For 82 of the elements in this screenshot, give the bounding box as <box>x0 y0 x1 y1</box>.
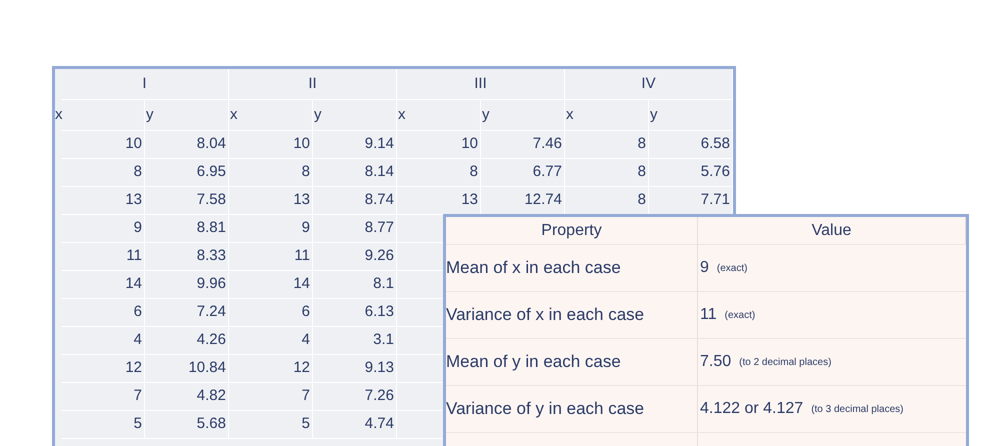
table-cell-text: 11 <box>126 246 142 266</box>
group-heading: II <box>229 69 397 99</box>
table-cell-text: 8.81 <box>196 218 226 238</box>
column-label: x <box>55 104 62 125</box>
column-label: x <box>397 104 406 125</box>
table-cell-text: 8 <box>302 162 310 182</box>
table-cell-text: 7 <box>134 386 142 406</box>
property-label: Mean of x in each case <box>446 257 621 280</box>
table-cell-text: 3.1 <box>373 330 394 350</box>
table-cell-text: 11 <box>294 246 310 266</box>
column-label: x <box>565 104 574 125</box>
table-cell-text: 4 <box>302 330 310 350</box>
table-cell-text: 8 <box>470 162 478 182</box>
column-label: y <box>145 104 154 125</box>
column-header: Property <box>541 220 602 240</box>
table-cell-text: 5.68 <box>196 414 226 434</box>
table-cell-text: 9 <box>302 218 310 238</box>
table-cell-text: 9.14 <box>364 134 394 154</box>
group-heading: III <box>397 69 565 99</box>
table-cell-text: 13 <box>293 190 310 210</box>
value-note: (to 2 decimal places) <box>739 356 832 370</box>
table-cell-text: 7.71 <box>700 190 730 210</box>
property-label: Mean of y in each case <box>446 351 621 374</box>
table-cell-text: 8.14 <box>364 162 394 182</box>
table-cell-text: 13 <box>461 190 478 210</box>
table-cell-text: 7.24 <box>196 302 226 322</box>
property-label: Variance of x in each case <box>446 304 644 326</box>
property-value: 7.50 <box>700 352 732 372</box>
table-cell-text: 8.04 <box>196 134 226 154</box>
property-value: 11 <box>700 305 717 325</box>
table-cell-text: 10 <box>461 134 478 154</box>
table-cell-text: 8 <box>638 162 646 182</box>
table-cell-text: 9.96 <box>196 274 226 294</box>
value-note: (to 3 decimal places) <box>811 402 904 416</box>
property-value: 4.122 or 4.127 <box>700 399 804 419</box>
table-cell-text: 8.74 <box>364 190 394 210</box>
column-label: x <box>229 104 238 125</box>
table-cell-text: 12 <box>125 358 142 378</box>
table-cell-text: 7.26 <box>364 386 394 406</box>
table-cell-text: 9 <box>134 218 142 238</box>
table-cell-text: 6 <box>302 302 310 322</box>
property-label: Variance of y in each case <box>446 398 644 420</box>
table-cell-text: 14 <box>125 274 142 294</box>
table-cell-text: 6.13 <box>364 302 394 322</box>
table-cell-text: 10.84 <box>188 358 226 378</box>
value-note: (exact) <box>724 308 756 322</box>
group-heading: I <box>61 69 229 99</box>
table-cell-text: 8.33 <box>196 246 226 266</box>
column-label: y <box>649 104 658 125</box>
table-cell-text: 7 <box>302 386 310 406</box>
column-label: y <box>481 104 490 125</box>
table-cell-text: 6.58 <box>700 134 730 154</box>
table-cell-text: 8 <box>638 134 646 154</box>
table-cell-text: 13 <box>125 190 142 210</box>
table-cell-text: 12 <box>293 358 310 378</box>
table-cell-text: 8.1 <box>373 274 394 294</box>
table-cell-text: 7.58 <box>196 190 226 210</box>
table-cell-text: 14 <box>293 274 310 294</box>
table-cell-text: 8.77 <box>364 218 394 238</box>
table-cell-text: 4.26 <box>196 330 226 350</box>
table-cell-text: 5 <box>302 414 310 434</box>
table-cell-text: 5 <box>134 414 142 434</box>
table-cell-text: 5.76 <box>700 162 730 182</box>
table-cell-text: 6.95 <box>196 162 226 182</box>
column-label: y <box>313 104 322 125</box>
table-cell-text: 4 <box>134 330 142 350</box>
group-heading: IV <box>565 69 733 99</box>
value-note: (exact) <box>716 262 748 276</box>
table-cell-text: 6 <box>134 302 142 322</box>
table-cell-text: 4.74 <box>364 414 394 434</box>
table-cell-text: 9.26 <box>364 246 394 266</box>
table-cell-text: 10 <box>125 134 142 154</box>
table-cell-text: 10 <box>293 134 310 154</box>
table-cell-text: 6.77 <box>532 162 562 182</box>
table-cell-text: 8 <box>638 190 646 210</box>
table-cell-text: 12.74 <box>524 190 562 210</box>
property-value: 9 <box>700 258 709 278</box>
table-cell-text: 4.82 <box>196 386 226 406</box>
table-cell-text: 9.13 <box>364 358 394 378</box>
table-cell-text: 7.46 <box>532 134 562 154</box>
table-cell-text: 8 <box>134 162 142 182</box>
column-header: Value <box>812 220 852 240</box>
